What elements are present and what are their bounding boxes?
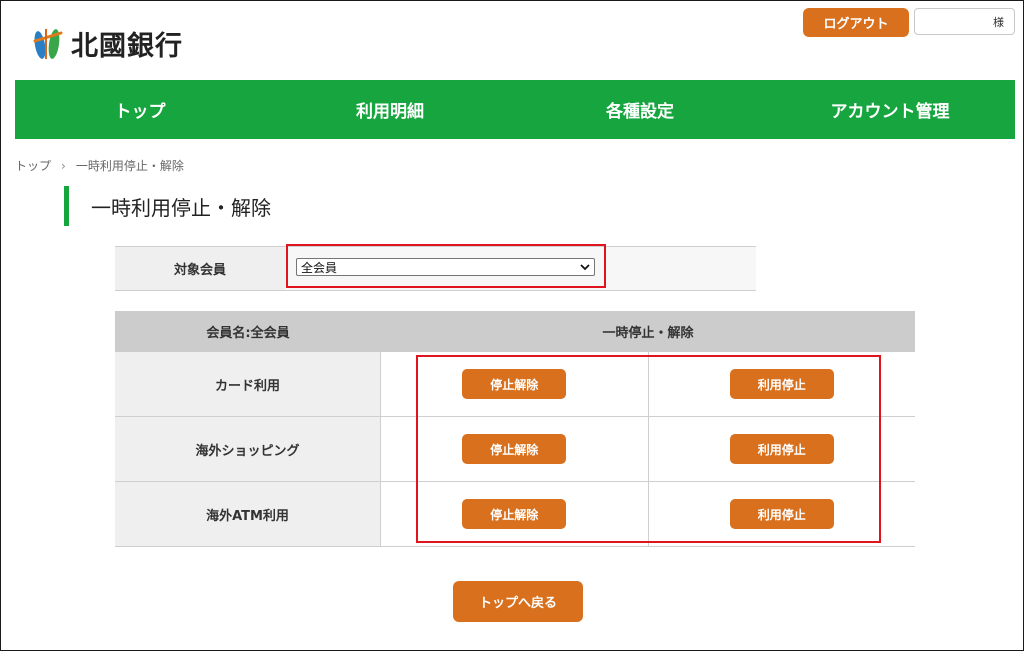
row-label-card: カード利用 (115, 352, 381, 416)
breadcrumb: トップ › 一時利用停止・解除 (15, 157, 184, 174)
page-title: 一時利用停止・解除 (64, 186, 271, 226)
table-header: 会員名:全会員 一時停止・解除 (115, 311, 915, 352)
chevron-down-icon (580, 261, 590, 273)
nav-item-account[interactable]: アカウント管理 (765, 80, 1015, 139)
bank-logo-mark-icon (31, 25, 65, 61)
breadcrumb-current: 一時利用停止・解除 (75, 159, 184, 173)
back-to-top-button[interactable]: トップへ戻る (453, 581, 583, 622)
table-header-action: 一時停止・解除 (602, 326, 694, 341)
row-label-overseas-atm: 海外ATM利用 (115, 482, 381, 546)
member-select-value: 全会員 (301, 260, 338, 275)
page-frame: 北國銀行 ログアウト 様 トップ 利用明細 各種設定 アカウント管理 トップ ›… (0, 0, 1024, 651)
card-release-button[interactable]: 停止解除 (462, 369, 567, 399)
nav-item-top[interactable]: トップ (15, 80, 265, 139)
nav-item-statement[interactable]: 利用明細 (265, 80, 515, 139)
main-nav: トップ 利用明細 各種設定 アカウント管理 (15, 80, 1015, 139)
suspend-cell: 利用停止 (648, 482, 915, 546)
release-cell: 停止解除 (381, 417, 649, 481)
bank-name: 北國銀行 (71, 30, 183, 62)
card-suspend-button[interactable]: 利用停止 (729, 369, 834, 399)
suspend-cell: 利用停止 (648, 352, 915, 416)
table-row-overseas-atm: 海外ATM利用 停止解除 利用停止 (115, 482, 915, 547)
row-label-overseas-shopping: 海外ショッピング (115, 417, 381, 481)
release-cell: 停止解除 (381, 352, 649, 416)
breadcrumb-home-link[interactable]: トップ (15, 157, 51, 174)
overseas-atm-release-button[interactable]: 停止解除 (462, 499, 567, 529)
overseas-atm-suspend-button[interactable]: 利用停止 (729, 499, 834, 529)
overseas-shopping-suspend-button[interactable]: 利用停止 (729, 434, 834, 464)
table-row-card: カード利用 停止解除 利用停止 (115, 352, 915, 417)
member-select-dropdown[interactable]: 全会員 (296, 258, 595, 276)
member-select-label: 対象会員 (115, 247, 285, 290)
breadcrumb-separator: › (61, 158, 66, 173)
overseas-shopping-release-button[interactable]: 停止解除 (462, 434, 567, 464)
nav-item-settings[interactable]: 各種設定 (515, 80, 765, 139)
logout-button[interactable]: ログアウト (803, 8, 909, 37)
bank-logo[interactable]: 北國銀行 (31, 23, 183, 63)
release-cell: 停止解除 (381, 482, 649, 546)
user-name-box: 様 (914, 8, 1015, 35)
suspend-cell: 利用停止 (648, 417, 915, 481)
user-suffix: 様 (993, 15, 1004, 29)
table-header-member: 会員名:全会員 (206, 326, 290, 341)
suspend-table: 会員名:全会員 一時停止・解除 カード利用 停止解除 利用停止 海外ショッピング… (115, 311, 915, 547)
table-row-overseas-shopping: 海外ショッピング 停止解除 利用停止 (115, 417, 915, 482)
